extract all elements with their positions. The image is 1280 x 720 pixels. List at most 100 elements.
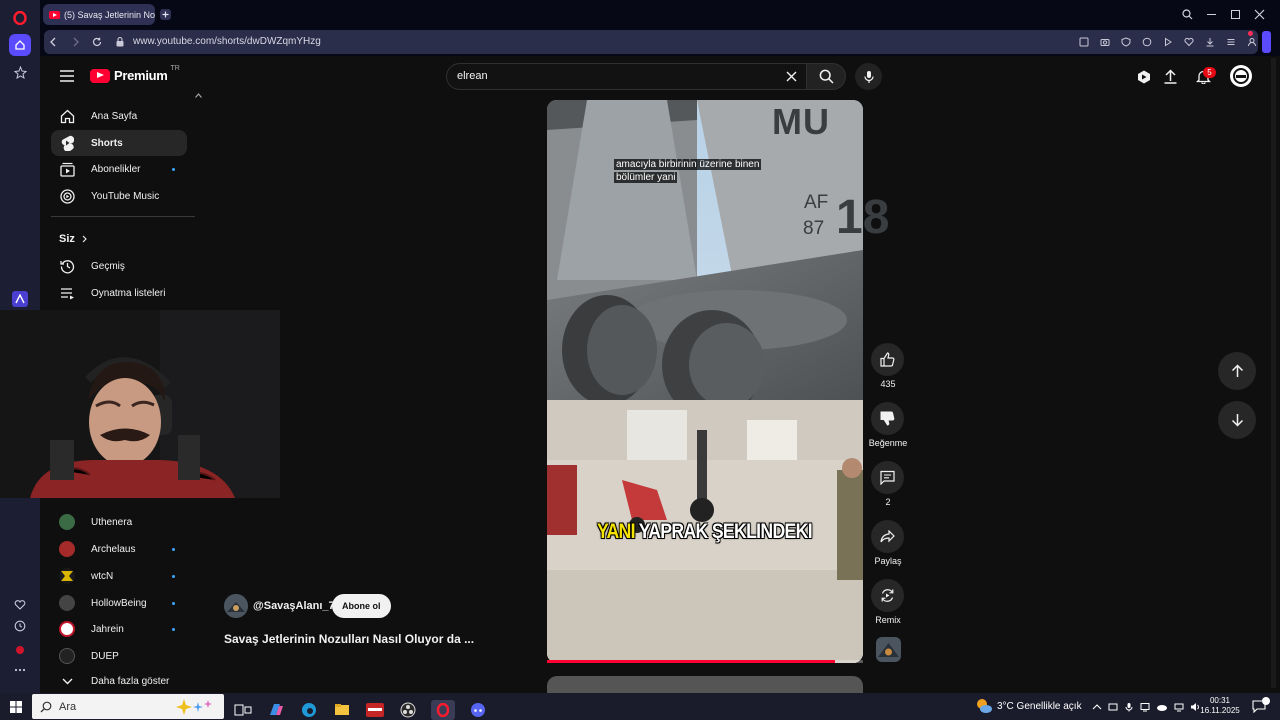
weather-text[interactable]: 3°C Genellikle açık [997,701,1082,712]
taskbar-clock[interactable]: 00:31 16.11.2025 [1198,696,1242,716]
close-window-icon[interactable] [1254,9,1265,20]
extension-puzzle-icon[interactable] [1142,37,1152,47]
history-clock-icon[interactable] [10,616,30,636]
scroll-up-chevron-icon[interactable] [195,93,202,98]
subscription-item[interactable]: HollowBeing [51,590,187,616]
browser-tab[interactable]: (5) Savaş Jetlerinin No [43,4,155,25]
opera-taskbar-icon[interactable] [431,700,455,720]
sidebar-item-playlists[interactable]: Oynatma listeleri [51,280,187,306]
sidebar-toggle-icon[interactable] [1262,31,1271,53]
subscription-label: Archelaus [91,543,136,555]
snapshot-edit-icon[interactable] [1079,37,1089,47]
channel-handle[interactable]: @SavaşAlanı_7 [253,600,335,612]
account-avatar[interactable] [1230,65,1252,87]
menu-lines-icon[interactable] [1226,37,1236,47]
tray-onedrive-icon[interactable] [1156,702,1168,712]
page-scrollbar[interactable] [1271,58,1276,688]
aria-icon[interactable] [10,62,30,82]
history-icon [59,258,75,274]
play-icon[interactable] [1163,37,1173,47]
search-input-value[interactable]: elrean [457,70,488,82]
taskbar-apps [233,700,488,720]
url-text[interactable]: www.youtube.com/shorts/dwDWZqmYHzg [133,36,321,47]
obs-icon[interactable] [398,702,418,718]
more-dots-icon[interactable] [10,660,30,680]
copilot-icon[interactable] [266,702,286,718]
favorites-heart-icon[interactable] [10,595,30,615]
remix-button[interactable] [871,579,904,612]
clear-search-icon[interactable] [786,71,797,82]
weather-icon[interactable] [975,698,993,714]
minimize-icon[interactable] [1207,14,1216,15]
sidebar-item-subscriptions[interactable]: Abonelikler [51,156,187,182]
like-button[interactable] [871,343,904,376]
profile-icon[interactable] [1247,37,1257,47]
new-tab-icon[interactable] [160,9,171,20]
edge-icon[interactable] [299,702,319,718]
camera-icon[interactable] [1100,37,1110,47]
subscription-item[interactable]: Archelaus [51,536,187,562]
tray-display-icon[interactable] [1140,702,1150,712]
subscription-item[interactable]: Uthenera [51,509,187,535]
task-view-icon[interactable] [233,703,253,717]
extension-icon[interactable] [12,291,28,307]
sidebar-item-youtube-music[interactable]: YouTube Music [51,183,187,209]
windows-start-icon[interactable] [10,701,22,713]
tray-network-icon[interactable] [1174,702,1184,712]
youtube-favicon-icon [49,10,60,19]
opera-logo-icon[interactable] [10,8,30,28]
subscription-label: HollowBeing [91,597,147,609]
home-workspace-icon[interactable] [9,34,31,56]
previous-short-button[interactable] [1218,352,1256,390]
next-short-button[interactable] [1218,401,1256,439]
notification-center-badge [1262,697,1270,705]
file-explorer-icon[interactable] [332,702,352,718]
share-label: Paylaş [874,556,902,566]
sidebar-item-home[interactable]: Ana Sayfa [51,103,187,129]
subscription-item[interactable]: Jahrein [51,616,187,642]
app-badge-icon[interactable] [365,702,385,718]
subscribe-button[interactable]: Abone ol [332,594,391,618]
share-button[interactable] [871,520,904,553]
subscription-label: Jahrein [91,623,124,635]
voice-search-button[interactable] [855,63,882,90]
back-icon[interactable] [49,37,57,47]
create-icon[interactable] [1137,70,1151,84]
clock-time: 00:31 [1209,696,1231,705]
sidebar-item-label: Oynatma listeleri [91,287,166,299]
search-input[interactable] [446,63,808,90]
youtube-logo[interactable]: Premium TR [90,65,180,83]
maximize-icon[interactable] [1231,10,1240,19]
caption-line-2: bölümler yani [614,172,678,183]
shield-icon[interactable] [1121,37,1131,47]
tab-search-icon[interactable] [1182,9,1193,20]
heart-icon[interactable] [1184,37,1194,47]
lock-icon[interactable] [116,37,124,47]
reload-icon[interactable] [92,37,102,47]
new-content-dot [172,627,175,631]
tray-chevron-up-icon[interactable] [1092,703,1102,711]
channel-avatar[interactable] [224,594,248,618]
search-button[interactable] [806,63,846,90]
discord-icon[interactable] [468,702,488,718]
sidebar-item-history[interactable]: Geçmiş [51,253,187,279]
subscription-item[interactable]: wtcN [51,563,187,589]
sidebar-you-heading[interactable]: Siz [59,233,87,245]
subscription-label: Uthenera [91,516,133,528]
tray-mic-icon[interactable] [1124,702,1134,712]
download-icon[interactable] [1205,37,1215,47]
sidebar-item-shorts[interactable]: Shorts [51,130,187,156]
upload-icon[interactable] [1164,69,1177,84]
subscription-item[interactable]: DUEP [51,643,187,669]
guide-menu-icon[interactable] [60,70,74,82]
comments-button[interactable] [871,461,904,494]
forward-icon[interactable] [72,37,80,47]
channel-avatar [59,648,75,664]
dislike-button[interactable] [871,402,904,435]
shorts-video-player[interactable] [547,100,863,663]
sound-thumbnail[interactable] [876,637,901,662]
show-more-button[interactable]: Daha fazla göster [51,670,187,692]
adblock-icon[interactable] [10,640,30,660]
video-title[interactable]: Savaş Jetlerinin Nozulları Nasıl Oluyor … [224,632,474,646]
tray-app-icon[interactable] [1108,702,1118,712]
